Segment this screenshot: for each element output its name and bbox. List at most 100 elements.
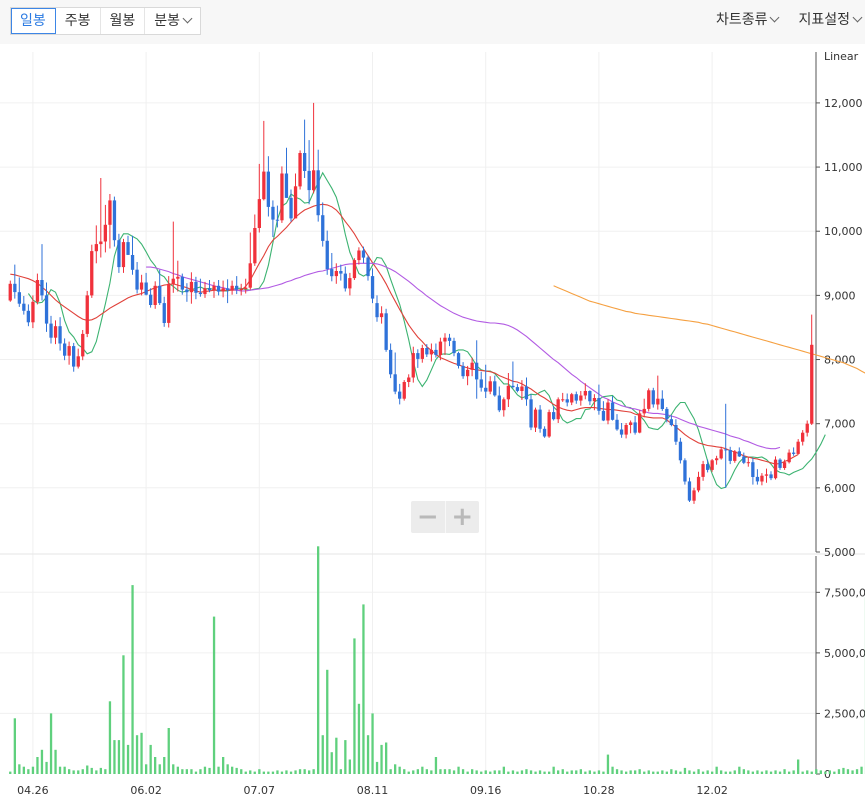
volume-bar <box>688 770 690 774</box>
zoom-out-button[interactable]: − <box>411 501 445 533</box>
candle-body <box>176 277 179 279</box>
candle-body <box>729 450 732 461</box>
volume-bar <box>199 769 201 774</box>
price-tick-label: 7,000 <box>824 418 856 431</box>
chart-type-menu[interactable]: 차트종류 <box>716 9 779 31</box>
candle-body <box>606 403 609 421</box>
candle-body <box>27 311 30 323</box>
tab-daily[interactable]: 일봉 <box>11 8 56 34</box>
volume-bar <box>358 704 360 774</box>
indicator-settings-menu[interactable]: 지표설정 <box>798 9 861 31</box>
volume-bar <box>539 770 541 774</box>
volume-bar <box>154 757 156 774</box>
candle-body <box>326 241 329 269</box>
candle-body <box>95 244 98 251</box>
volume-bar <box>752 772 754 774</box>
candle-body <box>167 284 170 323</box>
volume-bar <box>299 769 301 774</box>
volume-bar <box>408 772 410 774</box>
candle-body <box>190 282 193 292</box>
volume-bar <box>820 770 822 774</box>
price-tick-label: 9,000 <box>824 289 856 302</box>
candle-body <box>58 326 61 343</box>
volume-bar <box>104 769 106 774</box>
tab-monthly[interactable]: 월봉 <box>101 8 146 34</box>
candle-body <box>674 425 677 442</box>
volume-bar <box>109 701 111 774</box>
candle-body <box>117 240 120 267</box>
volume-bar <box>380 745 382 774</box>
candle-body <box>36 280 39 302</box>
candle-body <box>597 398 600 411</box>
volume-bar <box>439 769 441 774</box>
candle-body <box>244 288 247 289</box>
volume-bar <box>580 769 582 774</box>
candle-body <box>366 258 369 277</box>
volume-bar <box>471 769 473 774</box>
chart-area[interactable]: Linear5,0006,0007,0008,0009,00010,00011,… <box>0 44 865 800</box>
volume-bar <box>331 752 333 774</box>
volume-bar <box>707 770 709 774</box>
volume-bar <box>743 769 745 774</box>
candle-body <box>63 344 66 356</box>
period-tabs: 일봉 주봉 월봉 분봉 <box>10 7 201 35</box>
zoom-in-button[interactable]: + <box>445 501 480 533</box>
volume-bar <box>426 769 428 774</box>
candle-body <box>461 366 464 376</box>
candle-body <box>86 295 89 334</box>
volume-bar <box>344 740 346 774</box>
stock-chart[interactable]: Linear5,0006,0007,0008,0009,00010,00011,… <box>0 44 865 800</box>
tab-minute[interactable]: 분봉 <box>145 8 200 34</box>
price-tick-label: 8,000 <box>824 354 856 367</box>
candle-body <box>584 391 587 396</box>
candle-body <box>294 186 297 218</box>
volume-bar <box>838 769 840 774</box>
candle-body <box>194 282 197 293</box>
candle-body <box>321 215 324 241</box>
candle-body <box>185 290 188 293</box>
volume-bar <box>548 772 550 774</box>
tab-weekly[interactable]: 주봉 <box>56 8 101 34</box>
candle-body <box>638 413 641 432</box>
candle-body <box>335 271 338 276</box>
candle-body <box>443 338 446 342</box>
candle-body <box>611 403 614 420</box>
volume-bar <box>679 772 681 774</box>
volume-bar <box>267 772 269 774</box>
candle-body <box>778 460 781 468</box>
volume-bar <box>602 772 604 774</box>
chevron-down-icon <box>770 13 780 23</box>
volume-bar <box>136 735 138 774</box>
volume-bar <box>779 772 781 774</box>
candle-body <box>502 399 505 410</box>
candle-body <box>792 453 795 454</box>
volume-bar <box>27 769 29 774</box>
volume-bar <box>362 604 364 774</box>
volume-bar <box>661 770 663 774</box>
candle-body <box>385 313 388 350</box>
volume-tick-label: 7,500,000 <box>824 586 865 599</box>
volume-bar <box>756 770 758 774</box>
volume-bar <box>421 767 423 774</box>
candle-body <box>701 464 704 477</box>
volume-bar <box>122 655 124 774</box>
volume-bar <box>68 769 70 774</box>
volume-bar <box>453 770 455 774</box>
candle-body <box>484 388 487 392</box>
volume-bar <box>711 772 713 774</box>
candle-body <box>529 399 532 427</box>
volume-bar <box>521 770 523 774</box>
candle-body <box>126 242 129 255</box>
volume-bar <box>113 740 115 774</box>
volume-bar <box>172 764 174 774</box>
tab-minute-label: 분봉 <box>154 13 180 29</box>
candle-body <box>756 477 759 482</box>
candle-body <box>421 348 424 359</box>
candle-body <box>317 170 320 215</box>
date-tick-label: 06.02 <box>130 784 162 797</box>
candle-body <box>679 442 682 461</box>
candle-body <box>783 462 786 468</box>
volume-bar <box>353 638 355 774</box>
candle-body <box>99 242 102 245</box>
volume-bar <box>543 772 545 774</box>
